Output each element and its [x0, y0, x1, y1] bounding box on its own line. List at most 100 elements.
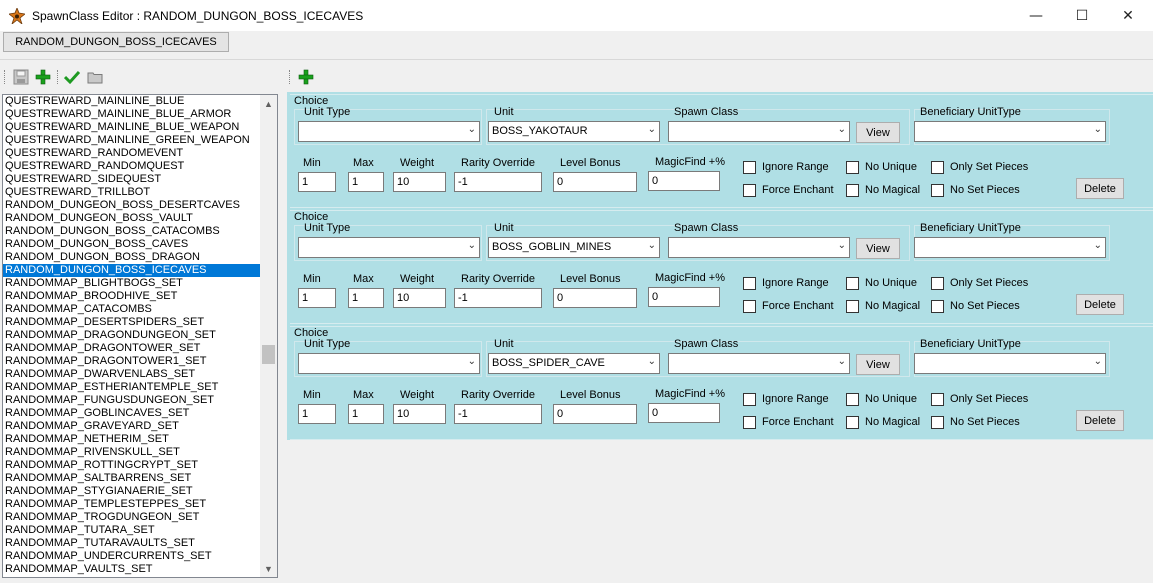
- list-item[interactable]: RANDOMMAP_NETHERIM_SET: [3, 433, 261, 446]
- list-item[interactable]: RANDOMMAP_RIVENSKULL_SET: [3, 446, 261, 459]
- min-input[interactable]: 1: [298, 288, 336, 308]
- spawn-class-combo[interactable]: ⌄: [668, 353, 850, 374]
- list-item[interactable]: QUESTREWARD_RANDOMQUEST: [3, 160, 261, 173]
- list-item[interactable]: QUESTREWARD_SIDEQUEST: [3, 173, 261, 186]
- unit-type-combo[interactable]: ⌄: [298, 237, 480, 258]
- ignore-range-checkbox[interactable]: [743, 161, 756, 174]
- min-input[interactable]: 1: [298, 404, 336, 424]
- beneficiary-combo[interactable]: ⌄: [914, 121, 1106, 142]
- view-button[interactable]: View: [856, 122, 900, 143]
- ignore-range-checkbox[interactable]: [743, 277, 756, 290]
- list-scrollbar[interactable]: ▲ ▼: [260, 95, 277, 577]
- ignore-range-checkbox[interactable]: [743, 393, 756, 406]
- list-item[interactable]: RANDOM_DUNGEON_BOSS_DESERTCAVES: [3, 199, 261, 212]
- weight-input[interactable]: 10: [393, 172, 446, 192]
- max-input[interactable]: 1: [348, 172, 384, 192]
- unit-type-combo[interactable]: ⌄: [298, 121, 480, 142]
- list-item[interactable]: RANDOMMAP_DRAGONTOWER1_SET: [3, 355, 261, 368]
- unit-combo[interactable]: BOSS_GOBLIN_MINES ⌄: [488, 237, 660, 258]
- level-bonus-input[interactable]: 0: [553, 288, 637, 308]
- list-item[interactable]: RANDOM_DUNGON_BOSS_ICECAVES: [3, 264, 261, 277]
- list-item[interactable]: RANDOMMAP_DESERTSPIDERS_SET: [3, 316, 261, 329]
- no-unique-checkbox[interactable]: [846, 277, 859, 290]
- maximize-button[interactable]: ☐: [1059, 0, 1105, 31]
- list-item[interactable]: RANDOMMAP_SALTBARRENS_SET: [3, 472, 261, 485]
- list-item[interactable]: RANDOMMAP_GOBLINCAVES_SET: [3, 407, 261, 420]
- list-item[interactable]: RANDOM_DUNGON_BOSS_CAVES: [3, 238, 261, 251]
- delete-button[interactable]: Delete: [1076, 410, 1124, 431]
- list-item[interactable]: RANDOMMAP_ROTTINGCRYPT_SET: [3, 459, 261, 472]
- list-item[interactable]: RANDOMMAP_BLIGHTBOGS_SET: [3, 277, 261, 290]
- list-item[interactable]: RANDOM_DUNGON_BOSS_DRAGON: [3, 251, 261, 264]
- add-icon[interactable]: [35, 69, 51, 85]
- unit-type-combo[interactable]: ⌄: [298, 353, 480, 374]
- rarity-input[interactable]: -1: [454, 288, 542, 308]
- no-magical-checkbox[interactable]: [846, 300, 859, 313]
- min-input[interactable]: 1: [298, 172, 336, 192]
- magic-find-input[interactable]: 0: [648, 287, 720, 307]
- rarity-input[interactable]: -1: [454, 404, 542, 424]
- view-button[interactable]: View: [856, 238, 900, 259]
- unit-combo[interactable]: BOSS_YAKOTAUR ⌄: [488, 121, 660, 142]
- list-item[interactable]: RANDOMMAP_GRAVEYARD_SET: [3, 420, 261, 433]
- force-enchant-checkbox[interactable]: [743, 300, 756, 313]
- max-input[interactable]: 1: [348, 288, 384, 308]
- only-set-pieces-checkbox[interactable]: [931, 393, 944, 406]
- list-item[interactable]: RANDOMMAP_DRAGONDUNGEON_SET: [3, 329, 261, 342]
- list-item[interactable]: RANDOM_DUNGEON_BOSS_VAULT: [3, 212, 261, 225]
- delete-button[interactable]: Delete: [1076, 294, 1124, 315]
- scroll-down-icon[interactable]: ▼: [260, 560, 277, 577]
- force-enchant-checkbox[interactable]: [743, 416, 756, 429]
- beneficiary-combo[interactable]: ⌄: [914, 353, 1106, 374]
- delete-button[interactable]: Delete: [1076, 178, 1124, 199]
- list-item[interactable]: RANDOMMAP_STYGIANAERIE_SET: [3, 485, 261, 498]
- spawn-class-combo[interactable]: ⌄: [668, 121, 850, 142]
- no-unique-checkbox[interactable]: [846, 161, 859, 174]
- list-item[interactable]: RANDOMMAP_FUNGUSDUNGEON_SET: [3, 394, 261, 407]
- list-item[interactable]: QUESTREWARD_MAINLINE_BLUE: [3, 95, 261, 108]
- toolbar-grip[interactable]: [4, 70, 8, 84]
- spawnclass-list[interactable]: QUESTREWARD_MAINLINE_BLUE QUESTREWARD_MAI…: [2, 94, 278, 578]
- list-item[interactable]: RANDOMMAP_VAULTS_SET: [3, 563, 261, 576]
- scroll-up-icon[interactable]: ▲: [260, 95, 277, 112]
- checkmark-icon[interactable]: [64, 69, 80, 85]
- unit-combo[interactable]: BOSS_SPIDER_CAVE ⌄: [488, 353, 660, 374]
- close-button[interactable]: ✕: [1105, 0, 1151, 31]
- scroll-thumb[interactable]: [262, 345, 275, 364]
- level-bonus-input[interactable]: 0: [553, 404, 637, 424]
- list-item[interactable]: RANDOMMAP_TEMPLESTEPPES_SET: [3, 498, 261, 511]
- add-icon[interactable]: [298, 69, 314, 85]
- list-item[interactable]: QUESTREWARD_MAINLINE_BLUE_ARMOR: [3, 108, 261, 121]
- list-item[interactable]: RANDOMMAP_CATACOMBS: [3, 303, 261, 316]
- no-set-pieces-checkbox[interactable]: [931, 184, 944, 197]
- weight-input[interactable]: 10: [393, 404, 446, 424]
- view-button[interactable]: View: [856, 354, 900, 375]
- only-set-pieces-checkbox[interactable]: [931, 161, 944, 174]
- magic-find-input[interactable]: 0: [648, 403, 720, 423]
- folder-icon[interactable]: [87, 69, 103, 85]
- list-item[interactable]: QUESTREWARD_MAINLINE_BLUE_WEAPON: [3, 121, 261, 134]
- save-icon[interactable]: [13, 69, 29, 85]
- list-item[interactable]: RANDOMMAP_TUTARAVAULTS_SET: [3, 537, 261, 550]
- toolbar-grip-right[interactable]: [289, 70, 293, 84]
- list-item[interactable]: RANDOMMAP_TROGDUNGEON_SET: [3, 511, 261, 524]
- list-item[interactable]: RANDOMMAP_DWARVENLABS_SET: [3, 368, 261, 381]
- minimize-button[interactable]: —: [1013, 0, 1059, 31]
- no-magical-checkbox[interactable]: [846, 184, 859, 197]
- rarity-input[interactable]: -1: [454, 172, 542, 192]
- spawn-class-combo[interactable]: ⌄: [668, 237, 850, 258]
- list-item[interactable]: RANDOMMAP_ESTHERIANTEMPLE_SET: [3, 381, 261, 394]
- no-set-pieces-checkbox[interactable]: [931, 300, 944, 313]
- no-unique-checkbox[interactable]: [846, 393, 859, 406]
- beneficiary-combo[interactable]: ⌄: [914, 237, 1106, 258]
- list-item[interactable]: RANDOMMAP_BROODHIVE_SET: [3, 290, 261, 303]
- list-item[interactable]: QUESTREWARD_RANDOMEVENT: [3, 147, 261, 160]
- max-input[interactable]: 1: [348, 404, 384, 424]
- magic-find-input[interactable]: 0: [648, 171, 720, 191]
- list-item[interactable]: RANDOM_DUNGON_BOSS_CATACOMBS: [3, 225, 261, 238]
- only-set-pieces-checkbox[interactable]: [931, 277, 944, 290]
- list-item[interactable]: RANDOMMAP_DRAGONTOWER_SET: [3, 342, 261, 355]
- tab-spawnclass[interactable]: RANDOM_DUNGON_BOSS_ICECAVES: [3, 32, 229, 52]
- level-bonus-input[interactable]: 0: [553, 172, 637, 192]
- no-set-pieces-checkbox[interactable]: [931, 416, 944, 429]
